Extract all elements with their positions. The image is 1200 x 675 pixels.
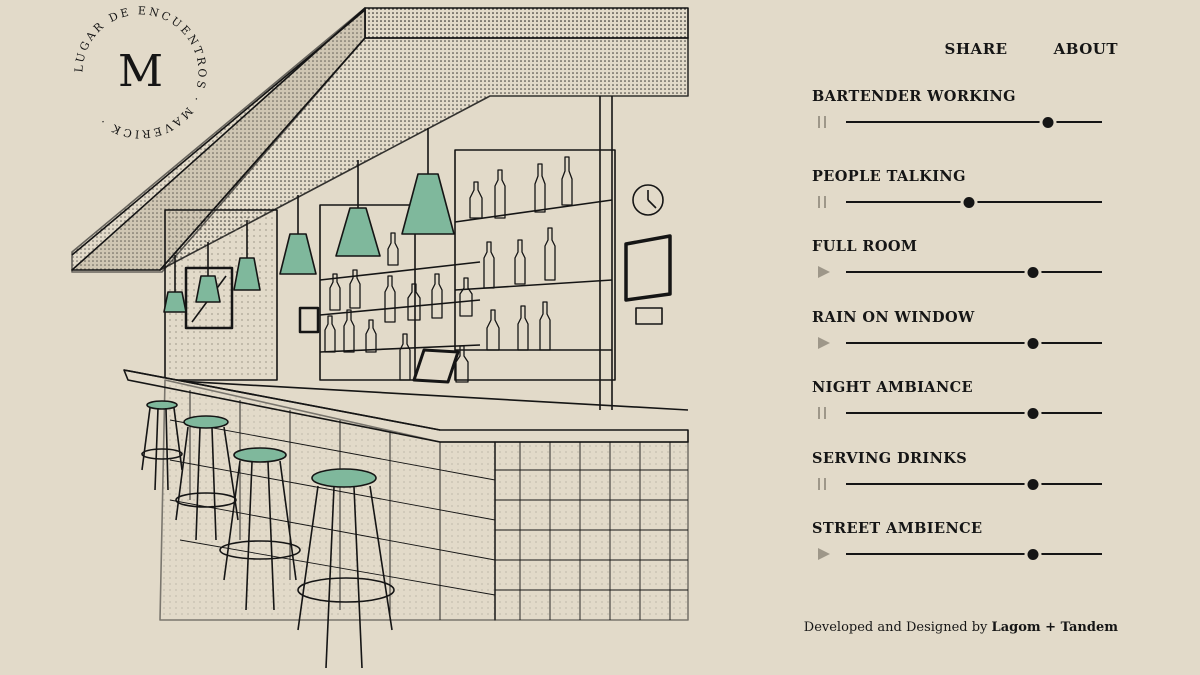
about-link[interactable]: ABOUT [1054,40,1118,58]
volume-knob[interactable] [1027,266,1039,278]
pause-icon[interactable] [812,405,832,421]
sound-label: FULL ROOM [812,238,918,255]
volume-knob[interactable] [1027,337,1039,349]
credit-authors-link[interactable]: Lagom + Tandem [992,620,1118,635]
credit-prefix: Developed and Designed by [803,620,988,635]
logo-monogram: M [118,46,163,97]
sound-label: SERVING DRINKS [812,450,968,467]
play-icon[interactable] [812,546,832,562]
pause-icon[interactable] [812,476,832,492]
maverick-logo[interactable]: LUGAR DE ENCUENTROS · MAVERICK · M [68,0,213,145]
volume-knob[interactable] [1027,407,1039,419]
volume-knob[interactable] [1042,116,1054,128]
sound-row: SERVING DRINKS [812,450,1112,510]
footer-credit: Developed and Designed by Lagom + Tandem [804,620,1118,635]
play-icon[interactable] [812,335,832,351]
volume-slider[interactable] [846,548,1102,560]
sound-row: RAIN ON WINDOW [812,309,1112,369]
pause-icon[interactable] [812,114,832,130]
volume-knob[interactable] [1027,478,1039,490]
volume-slider[interactable] [846,337,1102,349]
sound-label: PEOPLE TALKING [812,168,966,185]
volume-slider[interactable] [846,196,1102,208]
sound-label: STREET AMBIENCE [812,520,983,537]
volume-knob[interactable] [963,196,975,208]
sound-row: BARTENDER WORKING [812,88,1112,148]
pause-icon[interactable] [812,194,832,210]
top-nav: SHARE ABOUT [945,40,1118,58]
sound-label: NIGHT AMBIANCE [812,379,973,396]
sound-row: STREET AMBIENCE [812,520,1112,580]
sound-label: RAIN ON WINDOW [812,309,975,326]
volume-slider[interactable] [846,407,1102,419]
share-link[interactable]: SHARE [945,40,1008,58]
sound-row: FULL ROOM [812,238,1112,298]
play-icon[interactable] [812,264,832,280]
volume-slider[interactable] [846,266,1102,278]
sound-row: PEOPLE TALKING [812,168,1112,228]
volume-knob[interactable] [1027,548,1039,560]
volume-slider[interactable] [846,478,1102,490]
volume-slider[interactable] [846,116,1102,128]
sound-row: NIGHT AMBIANCE [812,379,1112,439]
sound-label: BARTENDER WORKING [812,88,1016,105]
